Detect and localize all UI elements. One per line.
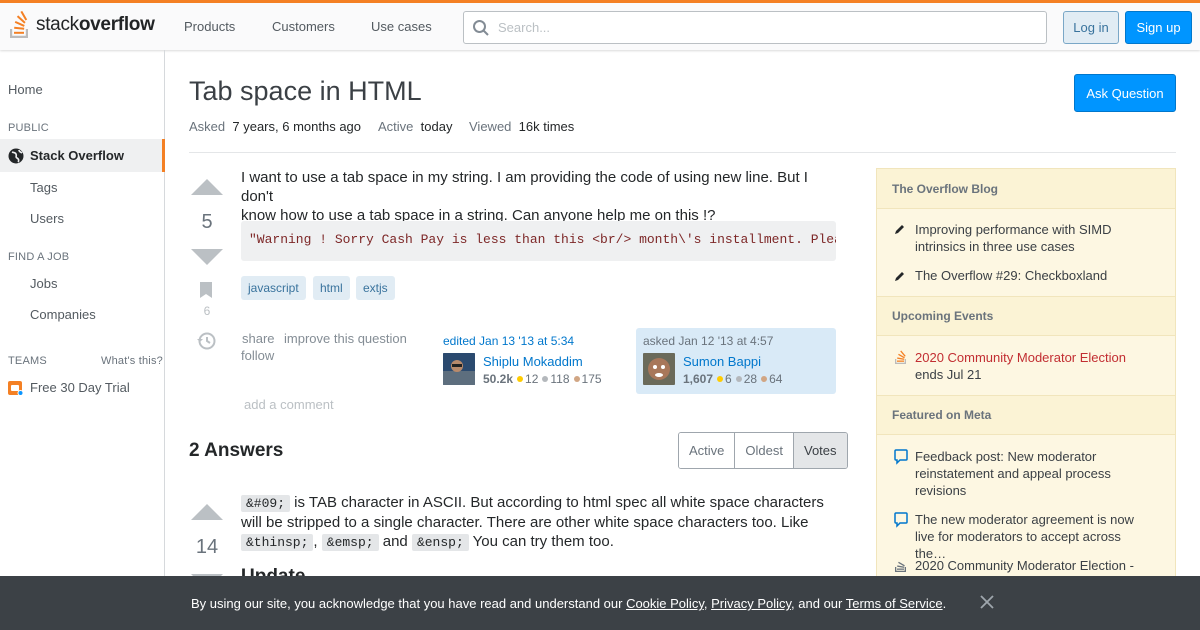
cookie-policy-link[interactable]: Cookie Policy [626,596,704,611]
tag-extjs[interactable]: extjs [356,276,395,300]
page-title[interactable]: Tab space in HTML [189,76,422,107]
sidebar-item-users[interactable]: Users [30,211,64,226]
cookie-banner: By using our site, you acknowledge that … [0,576,1200,630]
upvote-icon[interactable] [191,179,223,195]
meta-active: Active today [378,119,453,134]
search-icon [473,19,489,36]
pencil-icon [894,270,906,285]
search-input[interactable] [498,20,998,35]
sort-tab-active[interactable]: Active [679,433,736,468]
divider [189,152,1176,153]
ask-question-button[interactable]: Ask Question [1074,74,1176,112]
chat-bubble-icon [894,449,908,468]
blog-item[interactable]: The Overflow #29: Checkboxland [915,267,1155,284]
top-bar: stackoverflow Products Customers Use cas… [0,0,1200,50]
avatar[interactable] [443,353,475,385]
search-box[interactable] [463,11,1047,44]
bookmark-icon[interactable] [199,282,213,301]
stack-exchange-icon [894,557,908,576]
share-link[interactable]: share [242,331,275,346]
meta-asked: Asked 7 years, 6 months ago [189,119,362,134]
sidebar-item-tags[interactable]: Tags [30,180,57,195]
answer-sort-tabs: Active Oldest Votes [678,432,848,469]
sidebar-item-free-trial[interactable]: Free 30 Day Trial [30,380,130,395]
blog-heading: The Overflow Blog [877,169,1175,209]
sidebar-heading-public: PUBLIC [8,122,49,134]
events-heading: Upcoming Events [877,296,1175,336]
blog-item[interactable]: Improving performance with SIMD intrinsi… [915,221,1155,255]
event-title-link[interactable]: 2020 Community Moderator Election [915,349,1155,366]
globe-icon [8,148,24,163]
signup-button[interactable]: Sign up [1125,11,1192,44]
meta-viewed: Viewed 16k times [469,119,575,134]
sort-tab-oldest[interactable]: Oldest [735,433,794,468]
terms-of-service-link[interactable]: Terms of Service [846,596,943,611]
logo-text: stackoverflow [36,14,155,35]
add-comment-link[interactable]: add a comment [244,397,334,412]
meta-item[interactable]: 2020 Community Moderator Election - [915,557,1155,574]
nav-use-cases[interactable]: Use cases [371,19,432,34]
close-icon[interactable] [980,592,994,615]
sidebar-item-home[interactable]: Home [8,82,43,97]
stack-overflow-logo-icon [10,10,28,38]
asked-time: asked Jan 12 '13 at 4:57 [643,334,774,348]
sidebar-heading-find-job: FIND A JOB [8,251,70,263]
question-code-block: "Warning ! Sorry Cash Pay is less than t… [241,221,836,261]
privacy-policy-link[interactable]: Privacy Policy [711,596,791,611]
downvote-icon[interactable] [191,249,223,265]
improve-question-link[interactable]: improve this question [284,331,407,346]
question-body: I want to use a tab space in my string. … [241,169,808,224]
tag-html[interactable]: html [313,276,350,300]
stack-overflow-small-icon [894,349,908,368]
sidebar-item-jobs[interactable]: Jobs [30,276,57,291]
chat-bubble-icon [894,512,908,531]
login-button[interactable]: Log in [1063,11,1119,44]
sidebar-item-stack-overflow[interactable]: Stack Overflow [0,139,165,172]
meta-item[interactable]: The new moderator agreement is now live … [915,511,1155,562]
sort-tab-votes[interactable]: Votes [793,433,847,468]
teams-briefcase-icon [8,380,24,399]
edited-time[interactable]: edited Jan 13 '13 at 5:34 [443,334,574,348]
editor-username[interactable]: Shiplu Mokaddim [483,354,583,369]
upvote-icon[interactable] [191,504,223,520]
answers-heading: 2 Answers [189,440,284,461]
left-sidebar: Home PUBLIC Stack Overflow Tags Users FI… [0,50,165,630]
meta-item[interactable]: Feedback post: New moderator reinstateme… [915,448,1155,499]
answer-body: &#09; is TAB character in ASCII. But acc… [241,494,824,551]
asker-reputation: 1,607 6 28 64 [683,372,783,386]
question-vote-count: 5 [201,211,213,233]
history-icon[interactable] [197,331,217,354]
avatar[interactable] [643,353,675,385]
cookie-text: By using our site, you acknowledge that … [191,596,947,611]
nav-customers[interactable]: Customers [272,19,335,34]
nav-products[interactable]: Products [184,19,235,34]
right-sidebar-widget: The Overflow Blog Improving performance … [876,168,1176,588]
sidebar-item-label: Stack Overflow [30,148,124,163]
tag-javascript[interactable]: javascript [241,276,306,300]
meta-heading: Featured on Meta [877,395,1175,435]
answer-vote-count: 14 [195,536,219,558]
pencil-icon [894,223,906,238]
logo[interactable]: stackoverflow [8,10,155,40]
event-subtext: ends Jul 21 [915,367,982,382]
sidebar-heading-teams: TEAMS [8,355,47,367]
asker-username[interactable]: Sumon Bappi [683,354,761,369]
bookmark-count: 6 [203,304,211,318]
whats-this-link[interactable]: What's this? [101,355,163,367]
sidebar-item-companies[interactable]: Companies [30,307,96,322]
editor-reputation: 50.2k 12 118 175 [483,372,602,386]
follow-link[interactable]: follow [241,348,274,363]
